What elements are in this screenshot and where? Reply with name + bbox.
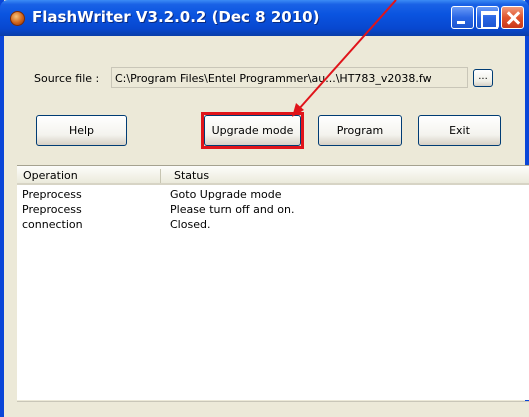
- annotation-arrow: [292, 0, 397, 117]
